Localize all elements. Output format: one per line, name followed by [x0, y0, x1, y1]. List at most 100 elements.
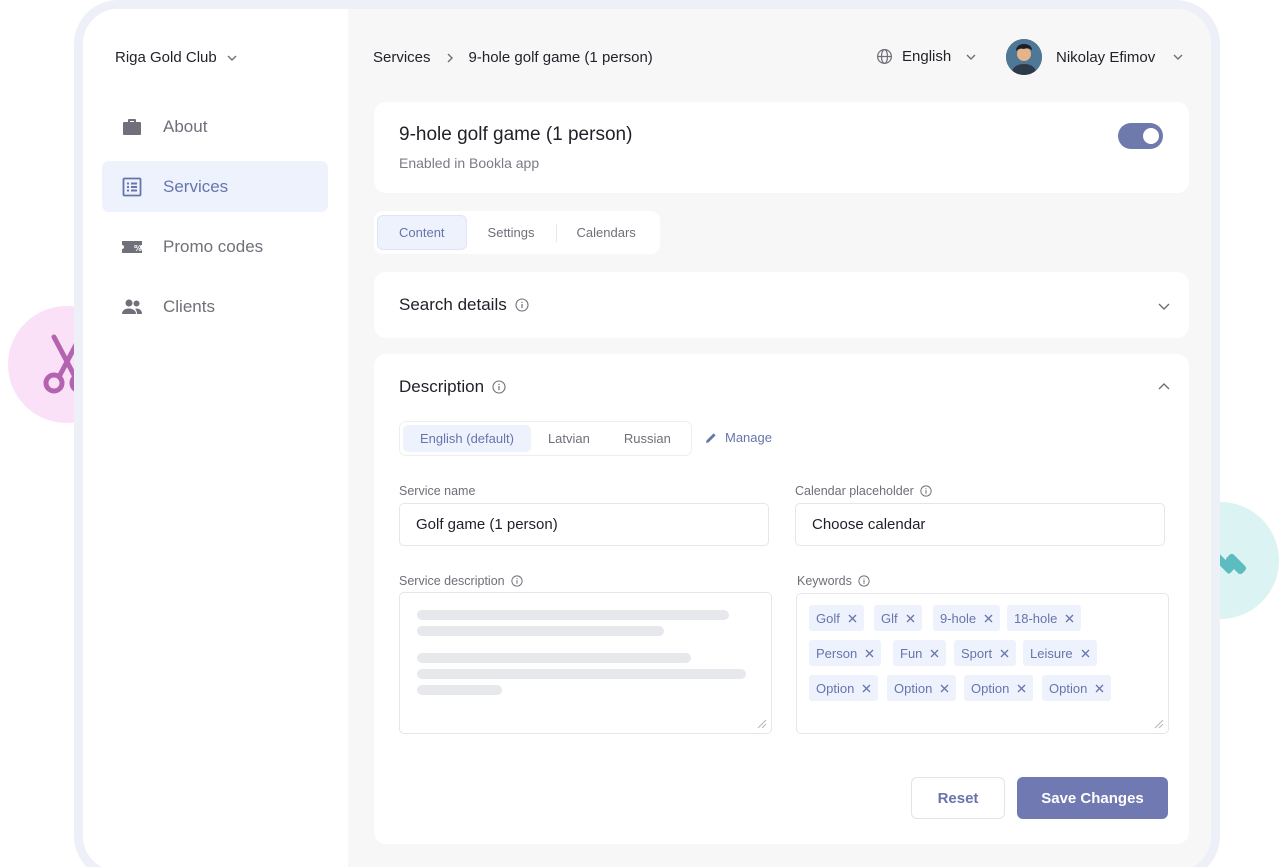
- breadcrumb: Services 9-hole golf game (1 person): [373, 49, 653, 66]
- text-placeholder-line: [417, 626, 664, 636]
- save-changes-button[interactable]: Save Changes: [1017, 777, 1168, 819]
- keyword-text: Golf: [816, 610, 840, 626]
- calendar-value: Choose calendar: [812, 516, 926, 533]
- info-icon: [858, 575, 870, 587]
- resize-handle-icon[interactable]: [757, 719, 767, 729]
- sidebar-item-promo-codes[interactable]: % Promo codes: [102, 221, 328, 272]
- close-icon[interactable]: [1000, 649, 1009, 658]
- tab-russian[interactable]: Russian: [607, 425, 688, 452]
- content-tabs: Content Settings Calendars: [374, 211, 660, 254]
- keyword-chip: Option: [964, 675, 1034, 701]
- service-title: 9-hole golf game (1 person): [399, 124, 633, 145]
- language-selector[interactable]: English: [876, 48, 976, 65]
- manage-languages-button[interactable]: Manage: [704, 430, 772, 445]
- service-name-input[interactable]: Golf game (1 person): [399, 503, 769, 546]
- keyword-chip: Leisure: [1023, 640, 1097, 666]
- keyword-text: Leisure: [1030, 645, 1073, 661]
- list-icon: [122, 177, 142, 196]
- close-icon[interactable]: [1095, 684, 1104, 693]
- info-icon: [515, 298, 529, 312]
- close-icon[interactable]: [1081, 649, 1090, 658]
- keywords-label-text: Keywords: [797, 574, 852, 588]
- keyword-text: Person: [816, 645, 858, 661]
- keyword-text: Option: [816, 680, 855, 696]
- chevron-down-icon: [966, 54, 976, 60]
- text-placeholder-line: [417, 685, 502, 695]
- keyword-text: Option: [894, 680, 933, 696]
- tab-calendars[interactable]: Calendars: [555, 215, 657, 250]
- people-icon: [122, 299, 142, 314]
- tab-latvian[interactable]: Latvian: [531, 425, 607, 452]
- keyword-text: Sport: [961, 645, 993, 661]
- main-content: Services 9-hole golf game (1 person) Eng…: [348, 9, 1211, 867]
- close-icon[interactable]: [1065, 614, 1074, 623]
- service-description-label-text: Service description: [399, 574, 505, 588]
- close-icon[interactable]: [862, 684, 871, 693]
- briefcase-icon: [123, 118, 141, 135]
- description-language-tabs: English (default) Latvian Russian: [399, 421, 692, 456]
- user-name: Nikolay Efimov: [1056, 48, 1156, 66]
- keyword-text: Fun: [900, 645, 923, 661]
- service-description-textarea[interactable]: [399, 592, 772, 734]
- text-placeholder-line: [417, 669, 746, 679]
- app-window: Riga Gold Club About Services % Promo co…: [74, 0, 1220, 867]
- keyword-text: Option: [971, 680, 1010, 696]
- keywords-input[interactable]: Golf Glf 9-hole 18-hole Person Fun Sport…: [796, 593, 1169, 734]
- tab-english[interactable]: English (default): [403, 425, 531, 452]
- calendar-placeholder-label: Calendar placeholder: [795, 484, 932, 498]
- club-selector[interactable]: Riga Gold Club: [115, 49, 237, 66]
- keyword-chip: Glf: [874, 605, 922, 631]
- keyword-chip: Golf: [809, 605, 864, 631]
- club-name: Riga Gold Club: [115, 49, 217, 66]
- close-icon[interactable]: [940, 684, 949, 693]
- keyword-chip: Option: [887, 675, 957, 701]
- globe-icon: [876, 48, 893, 65]
- chevron-right-icon: [447, 53, 453, 62]
- info-icon: [492, 380, 506, 394]
- keyword-chip: 9-hole: [933, 605, 1001, 631]
- sidebar-item-clients[interactable]: Clients: [102, 281, 328, 332]
- sidebar-nav: About Services % Promo codes Clients: [102, 101, 328, 341]
- keyword-chip: Person: [809, 640, 882, 666]
- language-label: English: [902, 48, 952, 65]
- chevron-up-icon[interactable]: [1157, 380, 1171, 394]
- service-name-label-text: Service name: [399, 484, 476, 498]
- resize-handle-icon[interactable]: [1154, 719, 1164, 729]
- reset-button[interactable]: Reset: [911, 777, 1005, 819]
- manage-label: Manage: [725, 430, 772, 445]
- tab-content[interactable]: Content: [377, 215, 467, 250]
- description-header: Description: [399, 377, 506, 397]
- service-header-card: 9-hole golf game (1 person) Enabled in B…: [374, 102, 1189, 193]
- close-icon[interactable]: [848, 614, 857, 623]
- keyword-chip: Option: [1042, 675, 1112, 701]
- sidebar-item-about[interactable]: About: [102, 101, 328, 152]
- sidebar-item-label: About: [163, 116, 208, 136]
- keyword-text: Option: [1049, 680, 1088, 696]
- search-details-section[interactable]: Search details: [374, 272, 1189, 338]
- ticket-percent-icon: %: [122, 240, 142, 253]
- user-menu[interactable]: Nikolay Efimov: [1006, 39, 1183, 75]
- chevron-down-icon[interactable]: [1157, 299, 1171, 313]
- search-details-header: Search details: [399, 295, 529, 315]
- close-icon[interactable]: [930, 649, 939, 658]
- breadcrumb-services[interactable]: Services: [373, 49, 431, 66]
- enabled-toggle[interactable]: [1118, 123, 1163, 149]
- sidebar: Riga Gold Club About Services % Promo co…: [83, 9, 348, 867]
- close-icon[interactable]: [1017, 684, 1026, 693]
- close-icon[interactable]: [906, 614, 915, 623]
- keywords-label: Keywords: [797, 574, 870, 588]
- keyword-text: Glf: [881, 610, 898, 626]
- keyword-chip: Option: [809, 675, 879, 701]
- keyword-chip: 18-hole: [1007, 605, 1082, 631]
- service-name-label: Service name: [399, 484, 475, 498]
- text-placeholder-line: [417, 653, 691, 663]
- calendar-select[interactable]: Choose calendar: [795, 503, 1165, 546]
- description-title: Description: [399, 377, 485, 396]
- close-icon[interactable]: [984, 614, 993, 623]
- search-details-title: Search details: [399, 295, 507, 314]
- chevron-down-icon: [1173, 54, 1183, 60]
- close-icon[interactable]: [865, 649, 874, 658]
- sidebar-item-services[interactable]: Services: [102, 161, 328, 212]
- sidebar-item-label: Promo codes: [163, 236, 264, 256]
- tab-settings[interactable]: Settings: [467, 215, 556, 250]
